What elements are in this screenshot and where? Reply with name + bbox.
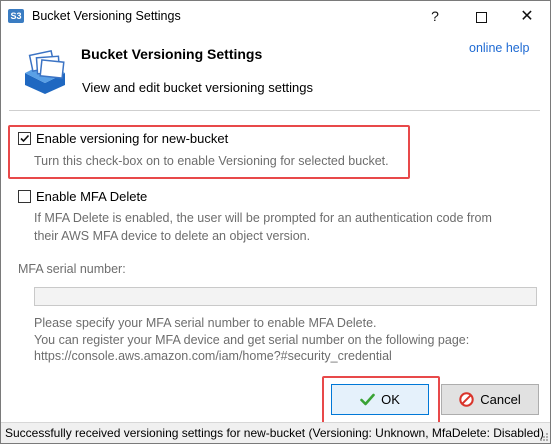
help-icon: ? — [431, 8, 439, 24]
versioning-hint: Turn this check-box on to enable Version… — [34, 154, 389, 168]
status-bar: Successfully received versioning setting… — [1, 422, 550, 443]
mfa-delete-hint-line1: If MFA Delete is enabled, the user will … — [34, 211, 492, 225]
dialog-window: S3 Bucket Versioning Settings ? ✕ Bucket… — [0, 0, 551, 444]
header-title: Bucket Versioning Settings — [81, 46, 263, 62]
close-button[interactable]: ✕ — [504, 1, 550, 32]
checkmark-icon — [360, 393, 375, 406]
status-text: Successfully received versioning setting… — [5, 426, 544, 440]
checkmark-icon — [20, 134, 30, 143]
maximize-icon — [475, 11, 487, 23]
close-icon: ✕ — [520, 8, 534, 25]
mfa-delete-label[interactable]: Enable MFA Delete — [36, 189, 147, 204]
mfa-info-line2: You can register your MFA device and get… — [34, 333, 470, 347]
mfa-delete-hint-line2: their AWS MFA device to delete an object… — [34, 229, 311, 243]
mfa-info-line1: Please specify your MFA serial number to… — [34, 316, 377, 330]
app-icon: S3 — [8, 9, 24, 23]
online-help-link[interactable]: online help — [469, 41, 529, 55]
cancel-label: Cancel — [480, 392, 521, 407]
mfa-serial-label: MFA serial number: — [18, 262, 126, 276]
header-divider — [9, 110, 540, 111]
title-bar[interactable]: S3 Bucket Versioning Settings ? ✕ — [1, 1, 550, 32]
cancel-button[interactable]: Cancel — [441, 384, 539, 415]
maximize-button[interactable] — [458, 1, 504, 32]
mfa-delete-checkbox[interactable] — [18, 190, 31, 203]
bucket-stack-icon — [25, 49, 65, 94]
ok-button[interactable]: OK — [331, 384, 429, 415]
help-button[interactable]: ? — [412, 1, 458, 32]
resize-grip-icon[interactable] — [539, 432, 549, 442]
versioning-label[interactable]: Enable versioning for new-bucket — [36, 131, 228, 146]
header-subtitle: View and edit bucket versioning settings — [82, 80, 314, 95]
cancel-icon — [459, 392, 474, 407]
mfa-serial-input[interactable] — [34, 287, 537, 306]
mfa-info-line3: https://console.aws.amazon.com/iam/home?… — [34, 349, 392, 363]
versioning-checkbox[interactable] — [18, 132, 31, 145]
ok-label: OK — [381, 392, 400, 407]
window-title: Bucket Versioning Settings — [32, 9, 181, 23]
